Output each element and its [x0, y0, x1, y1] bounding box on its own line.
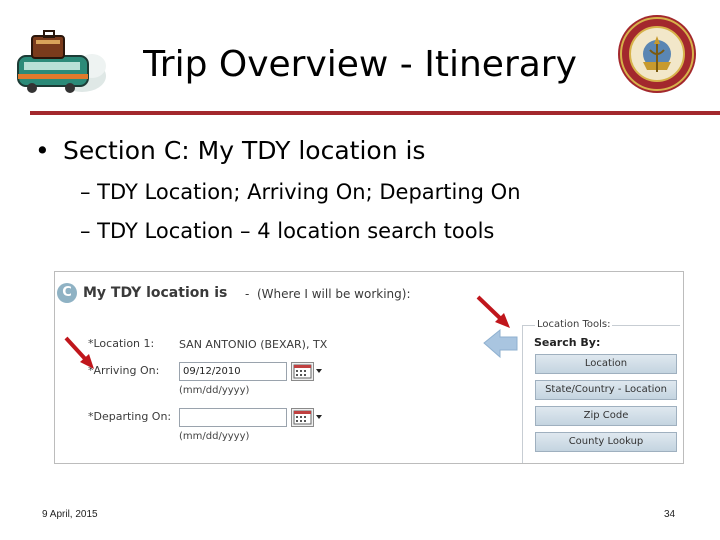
- page-number: 34: [664, 509, 676, 520]
- footer-date: 9 April, 2015: [42, 509, 98, 520]
- red-arrow-icon: [476, 295, 510, 328]
- red-arrow-icon: [64, 336, 94, 369]
- blue-arrow-icon: [483, 328, 518, 359]
- arrows-overlay: [64, 295, 518, 369]
